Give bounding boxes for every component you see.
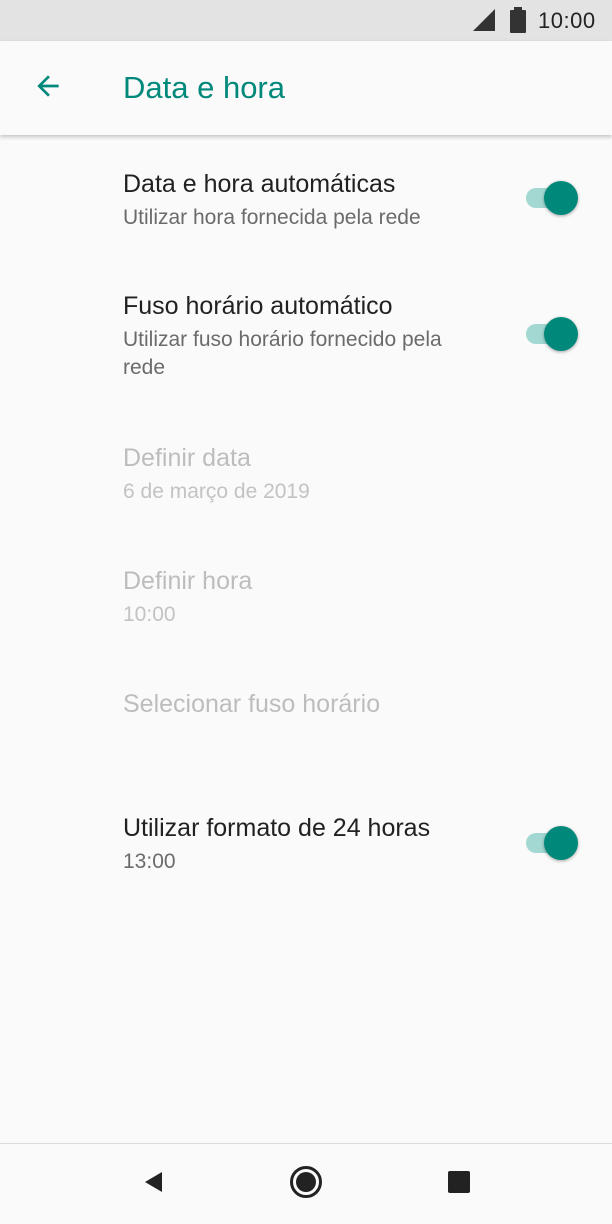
setting-auto-date-time[interactable]: Data e hora automáticas Utilizar hora fo…: [0, 160, 612, 260]
setting-label: Definir hora: [123, 567, 253, 595]
setting-auto-timezone[interactable]: Fuso horário automático Utilizar fuso ho…: [0, 282, 612, 402]
battery-icon: [510, 7, 526, 38]
setting-summary: 13:00: [123, 850, 176, 873]
toggle-thumb: [544, 181, 578, 215]
home-circle-icon: [289, 1165, 323, 1204]
setting-label: Selecionar fuso horário: [123, 690, 381, 718]
setting-set-time: Definir hora 10:00: [0, 557, 612, 657]
nav-back-button[interactable]: [132, 1162, 176, 1206]
signal-icon: [472, 8, 496, 37]
setting-24-hour-format[interactable]: Utilizar formato de 24 horas 13:00: [0, 804, 612, 904]
navigation-bar: [0, 1143, 612, 1224]
auto-date-time-toggle[interactable]: [524, 178, 582, 218]
nav-home-button[interactable]: [284, 1162, 328, 1206]
setting-summary: Utilizar hora fornecida pela rede: [123, 206, 421, 229]
setting-summary: 10:00: [123, 603, 176, 626]
setting-summary: 6 de março de 2019: [123, 480, 310, 503]
back-button[interactable]: [20, 64, 76, 112]
arrow-left-icon: [32, 70, 64, 107]
setting-select-timezone: Selecionar fuso horário: [0, 680, 612, 760]
setting-summary: Utilizar fuso horário fornecido pela red…: [123, 328, 442, 379]
recents-square-icon: [447, 1170, 471, 1199]
toggle-thumb: [544, 826, 578, 860]
setting-label: Fuso horário automático: [123, 292, 393, 320]
setting-set-date: Definir data 6 de março de 2019: [0, 434, 612, 534]
setting-label: Utilizar formato de 24 horas: [123, 814, 431, 842]
status-clock: 10:00: [538, 8, 596, 33]
setting-label: Definir data: [123, 444, 251, 472]
24-hour-format-toggle[interactable]: [524, 823, 582, 863]
page-title: Data e hora: [123, 70, 285, 105]
app-bar: Data e hora: [0, 41, 612, 135]
auto-timezone-toggle[interactable]: [524, 314, 582, 354]
nav-recents-button[interactable]: [437, 1162, 481, 1206]
setting-label: Data e hora automáticas: [123, 170, 396, 198]
status-bar: 10:00: [0, 0, 612, 41]
screen: 10:00 Data e hora Data e hora automática…: [0, 0, 612, 1224]
back-triangle-icon: [142, 1170, 166, 1199]
toggle-thumb: [544, 317, 578, 351]
